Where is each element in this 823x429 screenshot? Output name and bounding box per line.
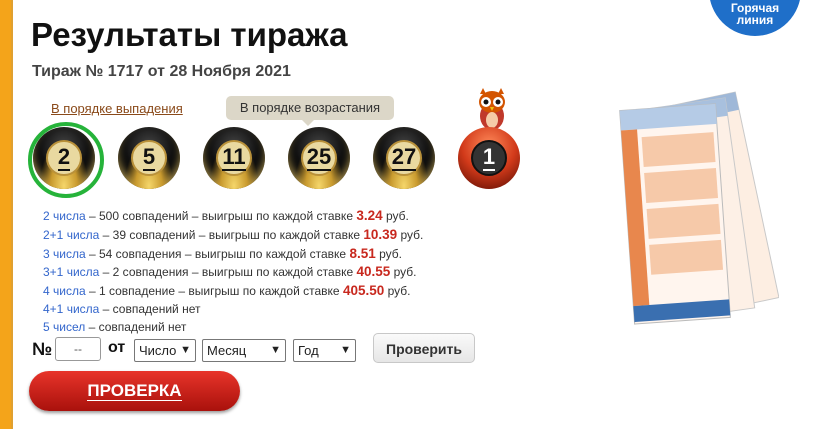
check-button[interactable]: Проверить (373, 333, 475, 363)
ball-number: 2 (57, 144, 71, 171)
ball-face: 1 (471, 140, 507, 176)
page-title: Результаты тиража (31, 16, 348, 53)
result-amount: 8.51 (349, 245, 376, 261)
hotline-label-2: линия (736, 13, 774, 27)
lottery-ball: 5 (118, 127, 180, 189)
result-category-link[interactable]: 2+1 числа (43, 228, 99, 242)
result-row: 2+1 числа – 39 совпадений – выигрыш по к… (43, 226, 423, 245)
ball-number: 11 (222, 144, 246, 171)
result-row: 4+1 числа – совпадений нет (43, 301, 423, 319)
day-select-value: Число (139, 343, 177, 358)
result-text: – 2 совпадения – выигрыш по каждой ставк… (99, 265, 357, 280)
draw-number-label: № (32, 339, 53, 359)
from-label: от (108, 339, 126, 356)
result-amount: 10.39 (363, 226, 398, 242)
ball-face: 25 (301, 140, 337, 176)
year-select-value: Год (298, 343, 319, 358)
chevron-down-icon: ▼ (340, 344, 351, 356)
result-row: 4 числа – 1 совпадение – выигрыш по кажд… (43, 282, 423, 301)
result-unit: руб. (390, 265, 417, 280)
ball-number: 5 (142, 144, 156, 171)
ball-face: 11 (216, 140, 252, 176)
ball-face: 2 (46, 140, 82, 176)
result-category-link[interactable]: 4+1 числа (43, 302, 99, 316)
ball-number: 25 (306, 144, 332, 171)
result-unit: руб. (375, 246, 402, 261)
result-text: – 39 совпадений – выигрыш по каждой став… (99, 227, 364, 242)
chevron-down-icon: ▼ (270, 344, 281, 356)
draw-number-input[interactable]: -- (55, 337, 101, 361)
result-row: 2 числа – 500 совпадений – выигрыш по ка… (43, 207, 423, 226)
chevron-down-icon: ▼ (180, 344, 191, 356)
lottery-ball: 11 (203, 127, 265, 189)
result-amount: 40.55 (356, 264, 391, 280)
ball-number: 27 (391, 144, 417, 171)
result-unit: руб. (384, 284, 411, 299)
ball-face: 5 (131, 140, 167, 176)
result-category-link[interactable]: 2 числа (43, 209, 86, 223)
result-row: 5 чисел – совпадений нет (43, 319, 423, 337)
result-row: 3+1 числа – 2 совпадения – выигрыш по ка… (43, 263, 423, 282)
result-unit: руб. (382, 209, 409, 223)
lottery-tickets-image (619, 91, 779, 325)
result-text: – 1 совпадение – выигрыш по каждой ставк… (85, 284, 343, 299)
result-category-link[interactable]: 5 чисел (43, 320, 85, 334)
day-select[interactable]: Число ▼ (134, 339, 196, 362)
lottery-ball: 25 (288, 127, 350, 189)
result-text: – совпадений нет (85, 319, 187, 334)
result-row: 3 числа – 54 совпадения – выигрыш по каж… (43, 245, 423, 264)
order-ascending-tab[interactable]: В порядке возрастания (226, 96, 394, 126)
result-category-link[interactable]: 4 числа (43, 284, 86, 298)
draw-subtitle: Тираж № 1717 от 28 Ноября 2021 (32, 63, 291, 80)
lottery-ball: 27 (373, 127, 435, 189)
result-text: – 500 совпадений – выигрыш по каждой ста… (85, 209, 357, 223)
month-select[interactable]: Месяц ▼ (202, 339, 286, 362)
result-amount: 405.50 (342, 283, 385, 299)
result-text: – совпадений нет (99, 301, 201, 316)
big-check-button[interactable]: ПРОВЕРКА (29, 371, 240, 411)
result-category-link[interactable]: 3+1 числа (43, 265, 99, 279)
order-drawn-link[interactable]: В порядке выпадения (51, 101, 183, 116)
month-select-value: Месяц (207, 343, 247, 358)
result-category-link[interactable]: 3 числа (43, 247, 86, 261)
result-amount: 3.24 (356, 208, 383, 223)
lottery-ball: 2 (28, 122, 104, 198)
big-check-label: ПРОВЕРКА (87, 381, 182, 401)
lottery-ball: 1 (458, 127, 520, 189)
ball-number: 1 (482, 144, 496, 171)
results-panel: 140 Горячая линия Результаты тиража Тира… (11, 0, 823, 429)
results-list: 2 числа – 500 совпадений – выигрыш по ка… (43, 207, 423, 337)
result-text: – 54 совпадения – выигрыш по каждой став… (85, 246, 350, 261)
hotline-badge[interactable]: 140 Горячая линия (707, 0, 803, 38)
year-select[interactable]: Год ▼ (293, 339, 356, 362)
owl-mascot-icon (479, 88, 505, 130)
result-unit: руб. (397, 227, 424, 242)
ball-face: 27 (386, 140, 422, 176)
